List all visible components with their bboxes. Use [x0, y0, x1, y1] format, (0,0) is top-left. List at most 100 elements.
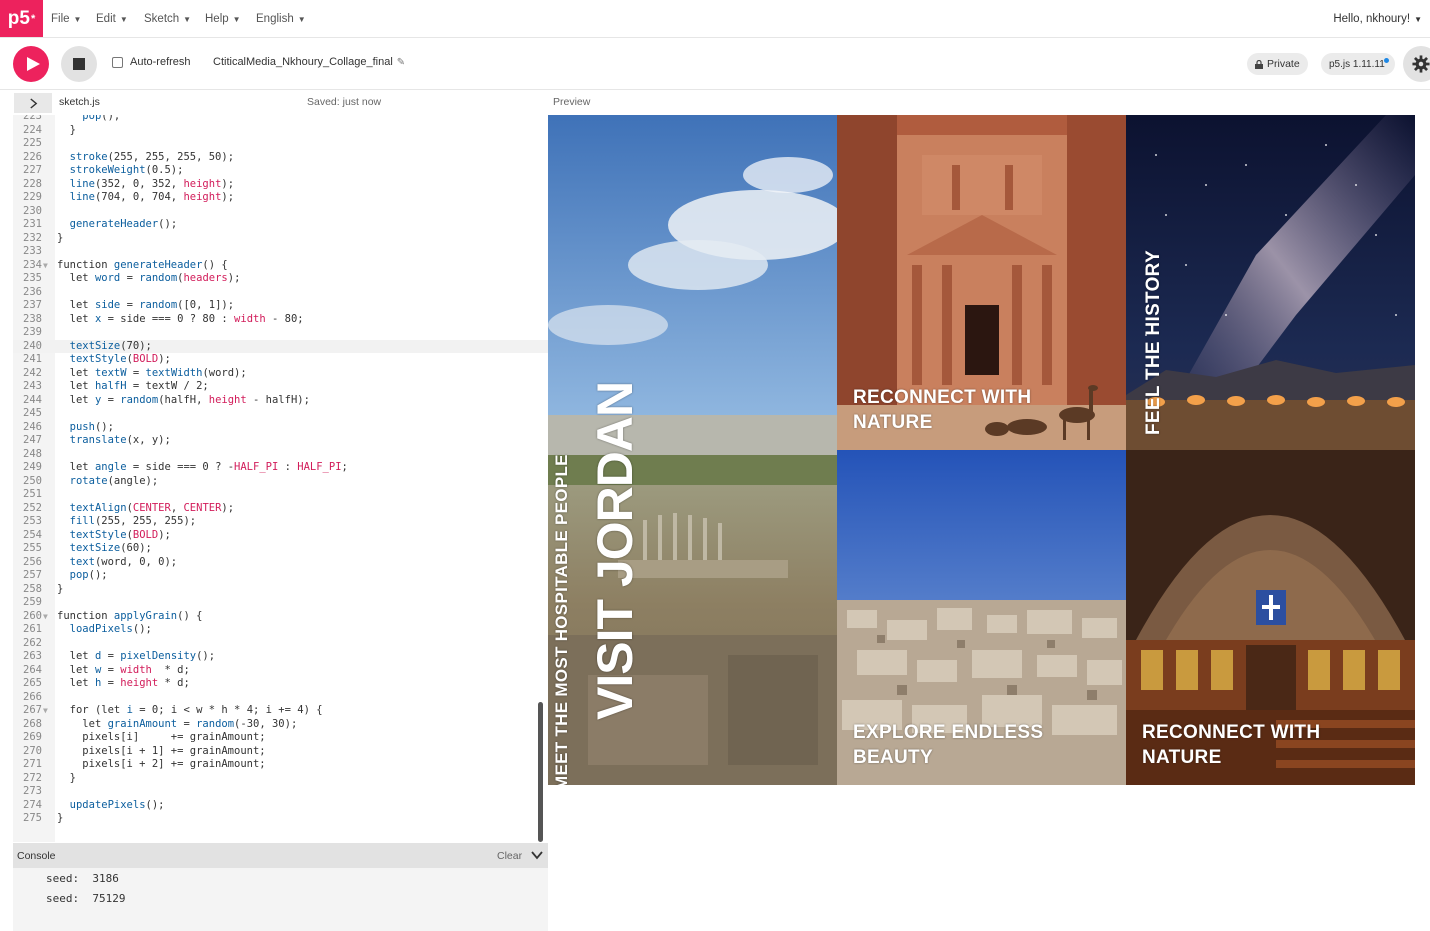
code-line[interactable]: 265 let h = height * d; — [13, 677, 548, 691]
code-line[interactable]: 274 updatePixels(); — [13, 799, 548, 813]
code-line[interactable]: 229 line(704, 0, 704, height); — [13, 191, 548, 205]
code-line[interactable]: 273 — [13, 785, 548, 799]
code-line[interactable]: 268 let grainAmount = random(-30, 30); — [13, 718, 548, 732]
code-line[interactable]: 247 translate(x, y); — [13, 434, 548, 448]
menu-edit-label: Edit — [96, 13, 116, 25]
file-tab-name: sketch.js — [59, 96, 100, 108]
code-line[interactable]: 248 — [13, 448, 548, 462]
code-line[interactable]: 232} — [13, 232, 548, 246]
code-text: let grainAmount = random(-30, 30); — [82, 717, 298, 730]
line-number: 235 — [23, 272, 42, 284]
code-line[interactable]: 227 strokeWeight(0.5); — [13, 164, 548, 178]
code-text: let d = pixelDensity(); — [69, 650, 216, 662]
code-editor[interactable]: 223 pop(); 224 } 225 226 stroke(255, 255, 2… — [13, 115, 548, 842]
sidebar-toggle-button[interactable] — [14, 93, 52, 113]
user-menu[interactable]: Hello, nkhoury! ▼ — [1333, 0, 1422, 38]
line-number: 265 — [23, 677, 42, 689]
pencil-icon[interactable]: ✎ — [397, 57, 405, 68]
menu-help[interactable]: Help ▼ — [205, 0, 241, 38]
code-line[interactable]: 251 — [13, 488, 548, 502]
code-line[interactable]: 267 ▼ for (let i = 0; i < w * h * 4; i +=… — [13, 704, 548, 718]
chevron-down-icon[interactable] — [531, 849, 543, 861]
code-line[interactable]: 254 textStyle(BOLD); — [13, 529, 548, 543]
code-line[interactable]: 260 ▼ function applyGrain() { — [13, 610, 548, 624]
code-line[interactable]: 263 let d = pixelDensity(); — [13, 650, 548, 664]
code-line[interactable]: 264 let w = width * d; — [13, 664, 548, 678]
fold-arrow-icon[interactable]: ▼ — [43, 610, 48, 624]
code-line[interactable]: 246 push(); — [13, 421, 548, 435]
line-number: 251 — [23, 488, 42, 500]
code-line[interactable]: 270 pixels[i + 1] += grainAmount; — [13, 745, 548, 759]
stop-button[interactable] — [61, 46, 97, 82]
code-text: line(704, 0, 704, height); — [69, 191, 235, 203]
code-line[interactable]: 231 generateHeader(); — [13, 218, 548, 232]
code-line[interactable]: 228 line(352, 0, 352, height); — [13, 178, 548, 192]
code-line[interactable]: 256 text(word, 0, 0); — [13, 556, 548, 570]
toolbar: Auto-refresh CtiticalMedia_Nkhoury_Colla… — [0, 38, 1430, 90]
fold-arrow-icon[interactable]: ▼ — [43, 259, 48, 273]
code-line[interactable]: 258} — [13, 583, 548, 597]
save-status: Saved: just now — [307, 96, 382, 108]
auto-refresh-toggle[interactable]: Auto-refresh — [112, 56, 191, 68]
code-line[interactable]: 238 let x = side === 0 ? 80 : width - 80… — [13, 313, 548, 327]
code-line[interactable]: 250 rotate(angle); — [13, 475, 548, 489]
console-clear-button[interactable]: Clear — [497, 850, 522, 862]
code-line[interactable]: 271 pixels[i + 2] += grainAmount; — [13, 758, 548, 772]
code-text: } — [57, 812, 64, 824]
code-text: } — [57, 582, 64, 595]
code-line[interactable]: 240 textSize(70); — [13, 339, 548, 353]
menu-file[interactable]: File ▼ — [51, 0, 81, 38]
line-number: 248 — [23, 447, 42, 460]
code-line[interactable]: 272 } — [13, 772, 548, 786]
code-text: textAlign(CENTER, CENTER); — [69, 501, 235, 514]
privacy-button[interactable]: Private — [1247, 53, 1308, 75]
code-line[interactable]: 266 — [13, 691, 548, 705]
code-line[interactable]: 252 textAlign(CENTER, CENTER); — [13, 502, 548, 516]
version-button[interactable]: p5.js 1.11.11 — [1321, 53, 1395, 75]
editor-scrollbar[interactable] — [538, 702, 543, 842]
code-line[interactable]: 239 — [13, 326, 548, 340]
code-line[interactable]: 236 — [13, 286, 548, 300]
sketch-name[interactable]: CtiticalMedia_Nkhoury_Collage_final ✎ — [213, 56, 405, 68]
line-number: 232 — [23, 231, 42, 244]
code-text: pixels[i + 2] += grainAmount; — [57, 758, 266, 770]
code-line[interactable]: 269 pixels[i] += grainAmount; — [13, 731, 548, 745]
line-number: 268 — [23, 717, 42, 730]
code-line[interactable]: 244 let y = random(halfH, height - halfH… — [13, 394, 548, 408]
code-line[interactable]: 225 — [13, 137, 548, 151]
code-line[interactable]: 243 let halfH = textW / 2; — [13, 380, 548, 394]
line-number: 223 — [23, 115, 42, 122]
code-line[interactable]: 255 textSize(60); — [13, 542, 548, 556]
code-line[interactable]: 230 — [13, 205, 548, 219]
code-line[interactable]: 226 stroke(255, 255, 255, 50); — [13, 151, 548, 165]
auto-refresh-checkbox[interactable] — [112, 56, 123, 68]
code-line[interactable]: 234 ▼ function generateHeader() { — [13, 259, 548, 273]
code-line[interactable]: 237 let side = random([0, 1]); — [13, 299, 548, 313]
code-line[interactable]: 275} — [13, 812, 548, 826]
settings-button[interactable] — [1403, 46, 1430, 82]
code-line[interactable]: 233 — [13, 245, 548, 259]
code-line[interactable]: 257 pop(); — [13, 569, 548, 583]
code-line[interactable]: 241 textStyle(BOLD); — [13, 353, 548, 367]
code-line[interactable]: 223 pop(); — [13, 115, 548, 124]
code-line[interactable]: 261 loadPixels(); — [13, 623, 548, 637]
code-text: generateHeader(); — [69, 218, 178, 230]
code-line[interactable]: 224 } — [13, 124, 548, 138]
code-line[interactable]: 242 let textW = textWidth(word); — [13, 367, 548, 381]
line-number: 266 — [23, 690, 42, 703]
play-button[interactable] — [13, 46, 49, 82]
code-line[interactable]: 259 — [13, 596, 548, 610]
sketch-preview-canvas[interactable]: MEET THE MOST HOSPITABLE PEOPLE VISIT JO… — [548, 115, 1415, 785]
menu-sketch[interactable]: Sketch ▼ — [144, 0, 191, 38]
petra-caption-line1: RECONNECT WITH — [853, 387, 1032, 408]
code-line[interactable]: 235 let word = random(headers); — [13, 272, 548, 286]
line-number: 242 — [23, 366, 42, 379]
menu-edit[interactable]: Edit ▼ — [96, 0, 128, 38]
p5-logo[interactable]: p5 * — [0, 0, 43, 37]
fold-arrow-icon[interactable]: ▼ — [43, 704, 48, 718]
code-line[interactable]: 245 — [13, 407, 548, 421]
code-line[interactable]: 253 fill(255, 255, 255); — [13, 515, 548, 529]
code-line[interactable]: 262 — [13, 637, 548, 651]
code-line[interactable]: 249 let angle = side === 0 ? -HALF_PI : … — [13, 461, 548, 475]
menu-language[interactable]: English ▼ — [256, 0, 306, 38]
